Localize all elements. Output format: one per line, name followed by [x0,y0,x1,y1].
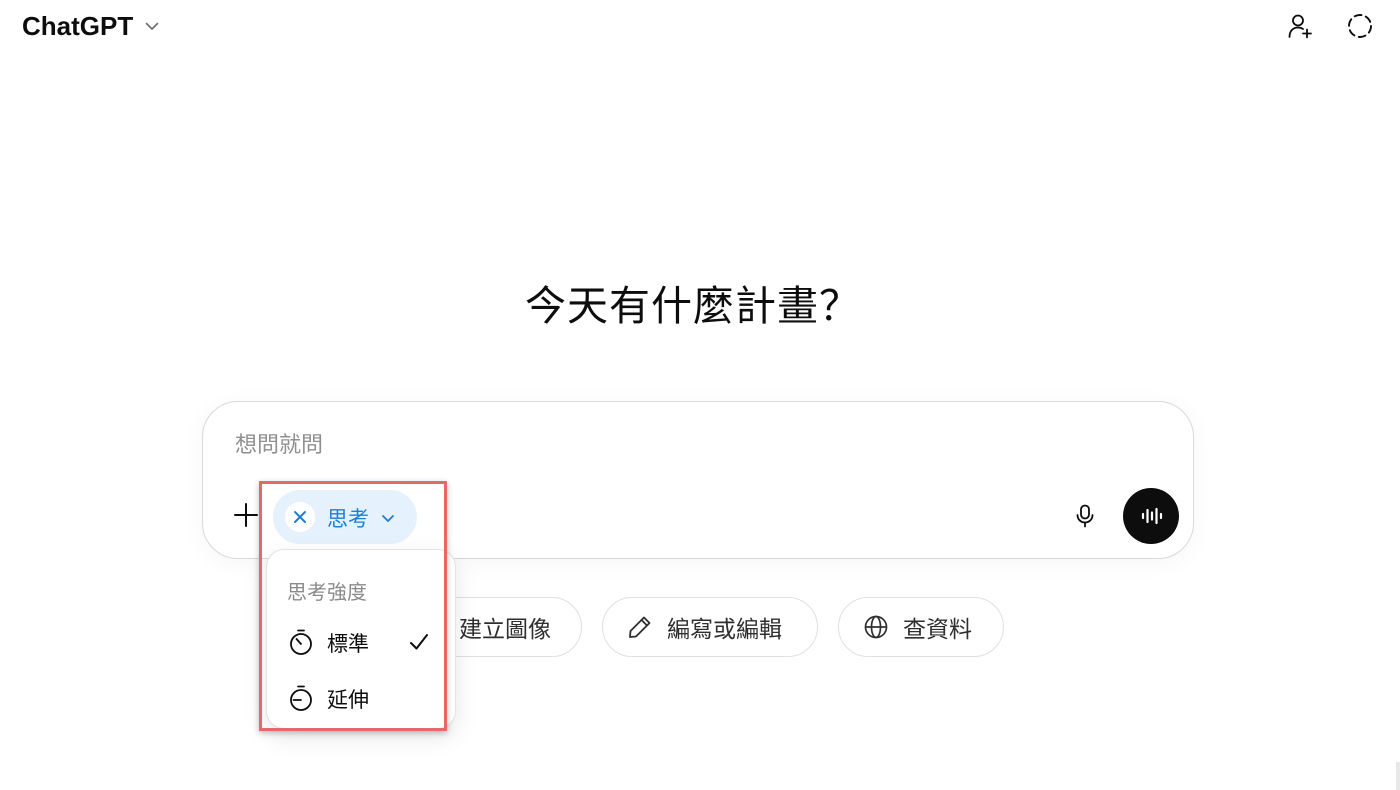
think-chip-label: 思考 [327,507,369,531]
add-person-icon [1288,14,1312,39]
menu-item-label: 標準 [327,632,369,656]
think-mode-chip[interactable]: 思考 [273,490,417,544]
suggestion-search[interactable]: 查資料 [838,597,1004,657]
waveform-icon [1141,507,1163,525]
model-selector[interactable]: ChatGPT [22,10,161,42]
dashed-circle-icon [1348,14,1372,38]
menu-heading: 思考強度 [287,580,367,604]
scrollbar-edge [1396,762,1400,790]
temporary-chat-button[interactable] [1342,8,1378,44]
chatgpt-home: ChatGPT 今天有什麼計畫？ 思考 [0,0,1400,790]
remove-think-button[interactable] [285,502,315,532]
plus-icon [234,503,258,527]
chevron-down-icon [382,515,394,522]
pencil-icon [629,616,651,638]
menu-item-label: 延伸 [327,688,369,712]
composer: 思考 [202,401,1194,559]
app-title: ChatGPT [22,10,134,41]
suggestion-write-edit[interactable]: 編寫或編輯 [602,597,818,657]
timer-icon [290,629,312,655]
microphone-icon [1076,504,1094,528]
think-strength-menu: 思考強度 標準 延伸 [266,549,456,729]
voice-mode-button[interactable] [1123,488,1179,544]
dictate-button[interactable] [1069,500,1101,532]
prompt-input[interactable] [235,428,1135,462]
suggestion-label: 建立圖像 [459,617,551,643]
timer-extended-icon [290,685,312,711]
close-icon [294,511,306,523]
suggestion-label: 查資料 [903,617,972,643]
page-heading: 今天有什麼計畫？ [525,282,861,330]
checkmark-icon [410,634,428,650]
suggestion-label: 編寫或編輯 [667,617,782,643]
share-button[interactable] [1282,8,1318,44]
menu-item-standard[interactable]: 標準 [267,618,457,668]
globe-icon [864,615,888,639]
add-attachment-button[interactable] [231,500,261,530]
chevron-down-icon [145,22,159,30]
menu-item-extended[interactable]: 延伸 [267,674,457,724]
